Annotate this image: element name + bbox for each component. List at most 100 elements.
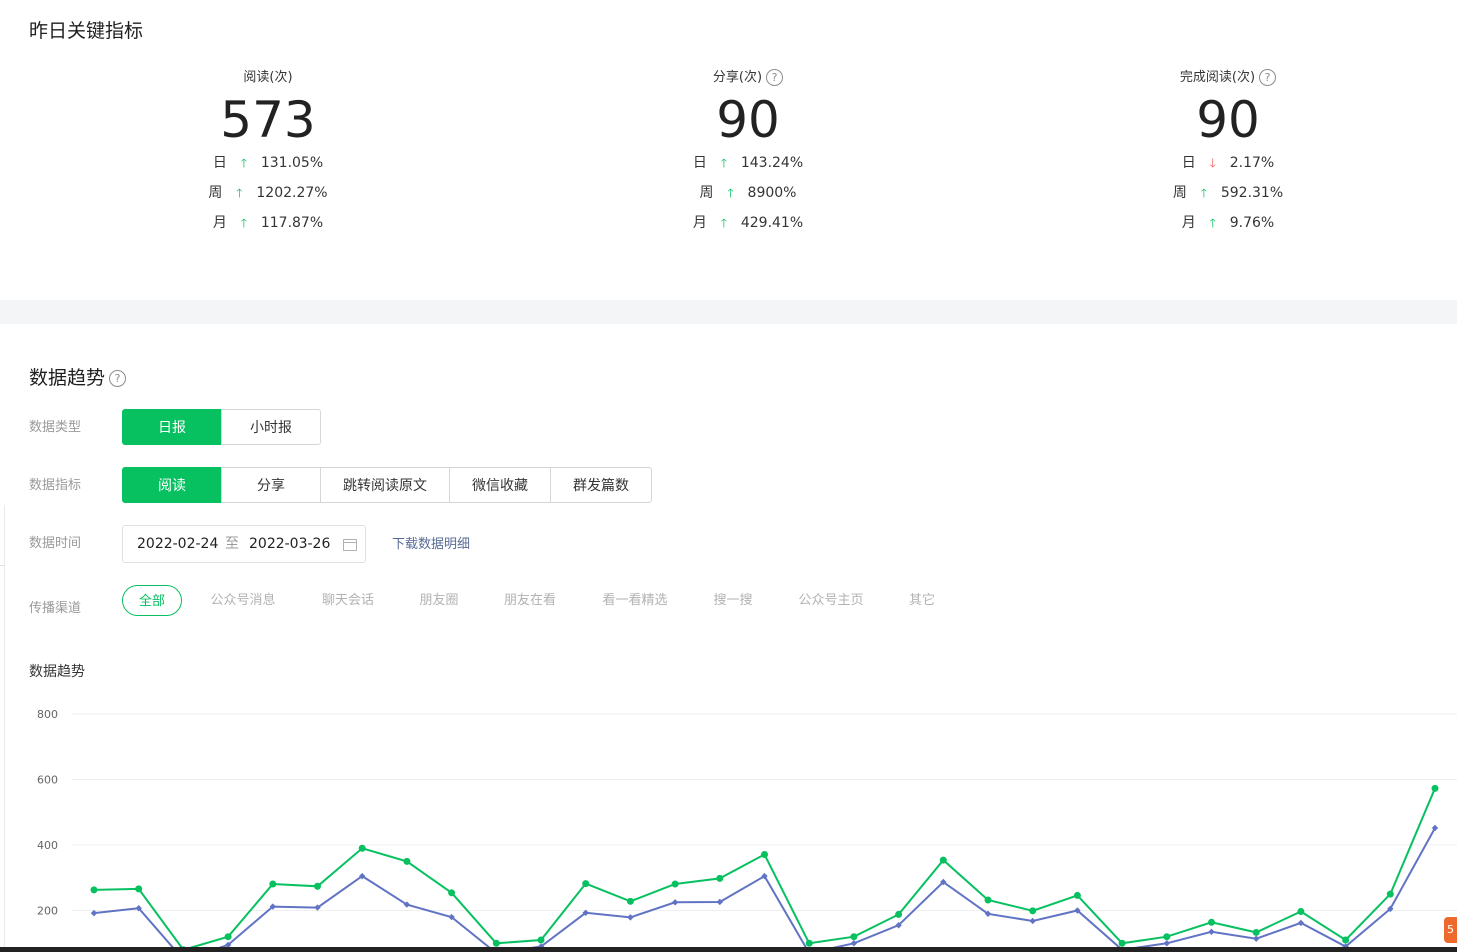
help-icon[interactable]: ? bbox=[766, 69, 784, 86]
data-point[interactable] bbox=[403, 857, 411, 865]
data-point[interactable] bbox=[224, 933, 232, 941]
data-point[interactable] bbox=[671, 880, 679, 888]
arrow-down-icon: 🡓 bbox=[1209, 156, 1216, 170]
metric-change-row: 周 🡑 592.31% bbox=[1128, 178, 1328, 208]
metric-change-row: 月 🡑 117.87% bbox=[168, 208, 368, 238]
side-panel-edge bbox=[0, 505, 5, 952]
period-label: 月 bbox=[692, 215, 707, 231]
period-label: 月 bbox=[212, 215, 227, 231]
channel-option[interactable]: 全部 bbox=[122, 585, 182, 616]
arrow-up-icon: 🡑 bbox=[1209, 216, 1216, 230]
change-value: 131.05% bbox=[260, 155, 324, 171]
metric-change-row: 日 🡑 131.05% bbox=[168, 148, 368, 178]
data-type-toggle: 日报 小时报 bbox=[122, 409, 321, 445]
calendar-icon[interactable] bbox=[343, 539, 357, 551]
metric-change-row: 月 🡑 429.41% bbox=[648, 208, 848, 238]
download-data-link[interactable]: 下载数据明细 bbox=[392, 533, 470, 552]
data-type-label: 数据类型 bbox=[29, 420, 82, 435]
channel-option[interactable]: 公众号消息 bbox=[200, 585, 286, 616]
data-point[interactable] bbox=[716, 874, 724, 882]
data-metric-option[interactable]: 跳转阅读原文 bbox=[320, 467, 450, 503]
data-point[interactable] bbox=[1208, 928, 1215, 935]
channel-option[interactable]: 其它 bbox=[896, 585, 948, 616]
data-point[interactable] bbox=[1208, 918, 1215, 926]
period-label: 周 bbox=[1172, 185, 1187, 201]
data-metric-option[interactable]: 阅读 bbox=[122, 467, 222, 503]
data-point[interactable] bbox=[1386, 890, 1394, 898]
data-metric-option[interactable]: 分享 bbox=[221, 467, 321, 503]
data-point[interactable] bbox=[1163, 940, 1170, 947]
data-point[interactable] bbox=[1029, 917, 1036, 925]
data-point[interactable] bbox=[1118, 939, 1126, 947]
data-point[interactable] bbox=[582, 880, 590, 888]
arrow-up-icon: 🡑 bbox=[720, 156, 727, 170]
arrow-up-icon: 🡑 bbox=[1200, 186, 1207, 200]
period-label: 日 bbox=[1181, 155, 1196, 171]
change-value: 117.87% bbox=[260, 215, 324, 231]
channel-option[interactable]: 搜一搜 bbox=[700, 585, 766, 616]
arrow-up-icon: 🡑 bbox=[720, 216, 727, 230]
data-type-option[interactable]: 日报 bbox=[122, 409, 222, 445]
metric-card: 分享(次)? 90 日 🡑 143.24% 周 🡑 8900% 月 🡑 429.41% bbox=[648, 68, 848, 238]
data-point[interactable] bbox=[850, 933, 858, 941]
metric-change-row: 月 🡑 9.76% bbox=[1128, 208, 1328, 238]
data-point[interactable] bbox=[850, 940, 858, 947]
data-point[interactable] bbox=[1252, 928, 1260, 936]
data-metric-option[interactable]: 群发篇数 bbox=[550, 467, 652, 503]
channel-option[interactable]: 聊天会话 bbox=[306, 585, 390, 616]
floating-app-icon[interactable]: 5 bbox=[1444, 917, 1457, 943]
metric-value: 90 bbox=[716, 91, 780, 149]
data-type-option[interactable]: 小时报 bbox=[221, 409, 321, 445]
data-point[interactable] bbox=[939, 856, 947, 864]
change-value: 592.31% bbox=[1220, 185, 1284, 201]
help-icon[interactable]: ? bbox=[1259, 69, 1277, 86]
data-point[interactable] bbox=[761, 850, 768, 858]
data-point[interactable] bbox=[1431, 784, 1439, 792]
change-value: 8900% bbox=[747, 185, 797, 201]
date-range-picker[interactable]: 2022-02-24 至 2022-03-26 bbox=[122, 525, 366, 563]
data-point[interactable] bbox=[895, 910, 903, 918]
period-label: 周 bbox=[699, 185, 714, 201]
data-metric-toggle: 阅读 分享 跳转阅读原文 微信收藏 群发篇数 bbox=[122, 467, 652, 503]
channel-option[interactable]: 朋友圈 bbox=[406, 585, 472, 616]
data-point[interactable] bbox=[448, 889, 456, 897]
change-value: 143.24% bbox=[740, 155, 804, 171]
data-point[interactable] bbox=[135, 885, 143, 893]
data-point[interactable] bbox=[1073, 891, 1081, 899]
metric-label-text: 分享(次) bbox=[712, 70, 763, 85]
data-point[interactable] bbox=[90, 886, 98, 894]
data-point[interactable] bbox=[984, 896, 992, 904]
metric-change-row: 日 🡓 2.17% bbox=[1128, 148, 1328, 178]
metric-change-row: 周 🡑 1202.27% bbox=[168, 178, 368, 208]
series-line bbox=[93, 787, 1436, 951]
chart-title: 数据趋势 bbox=[29, 664, 85, 680]
data-point[interactable] bbox=[1163, 933, 1171, 941]
data-point[interactable] bbox=[1342, 936, 1350, 944]
arrow-up-icon: 🡑 bbox=[236, 186, 243, 200]
data-point[interactable] bbox=[671, 899, 679, 906]
data-point[interactable] bbox=[358, 844, 366, 852]
help-icon[interactable]: ? bbox=[109, 370, 127, 387]
data-point[interactable] bbox=[1029, 907, 1037, 915]
data-point[interactable] bbox=[1253, 935, 1260, 942]
series-line bbox=[93, 827, 1436, 952]
data-point[interactable] bbox=[805, 939, 813, 947]
channel-option[interactable]: 朋友在看 bbox=[488, 585, 572, 616]
y-tick-label: 800 bbox=[37, 708, 58, 721]
data-metric-label: 数据指标 bbox=[29, 478, 82, 493]
side-panel-divider bbox=[0, 565, 4, 566]
data-point[interactable] bbox=[314, 882, 321, 890]
change-value: 1202.27% bbox=[256, 185, 328, 201]
channel-option[interactable]: 公众号主页 bbox=[782, 585, 880, 616]
data-point[interactable] bbox=[1297, 907, 1305, 915]
data-metric-option[interactable]: 微信收藏 bbox=[449, 467, 551, 503]
data-point[interactable] bbox=[626, 897, 634, 905]
data-point[interactable] bbox=[627, 914, 634, 921]
channel-option[interactable]: 看一看精选 bbox=[590, 585, 680, 616]
data-point[interactable] bbox=[269, 880, 277, 888]
data-point[interactable] bbox=[537, 936, 545, 944]
data-point[interactable] bbox=[492, 939, 500, 947]
trend-title-wrap: 数据趋势? bbox=[29, 363, 127, 390]
trend-line-chart: 200 400 600 800 bbox=[37, 708, 1457, 952]
metric-value: 573 bbox=[220, 91, 316, 149]
